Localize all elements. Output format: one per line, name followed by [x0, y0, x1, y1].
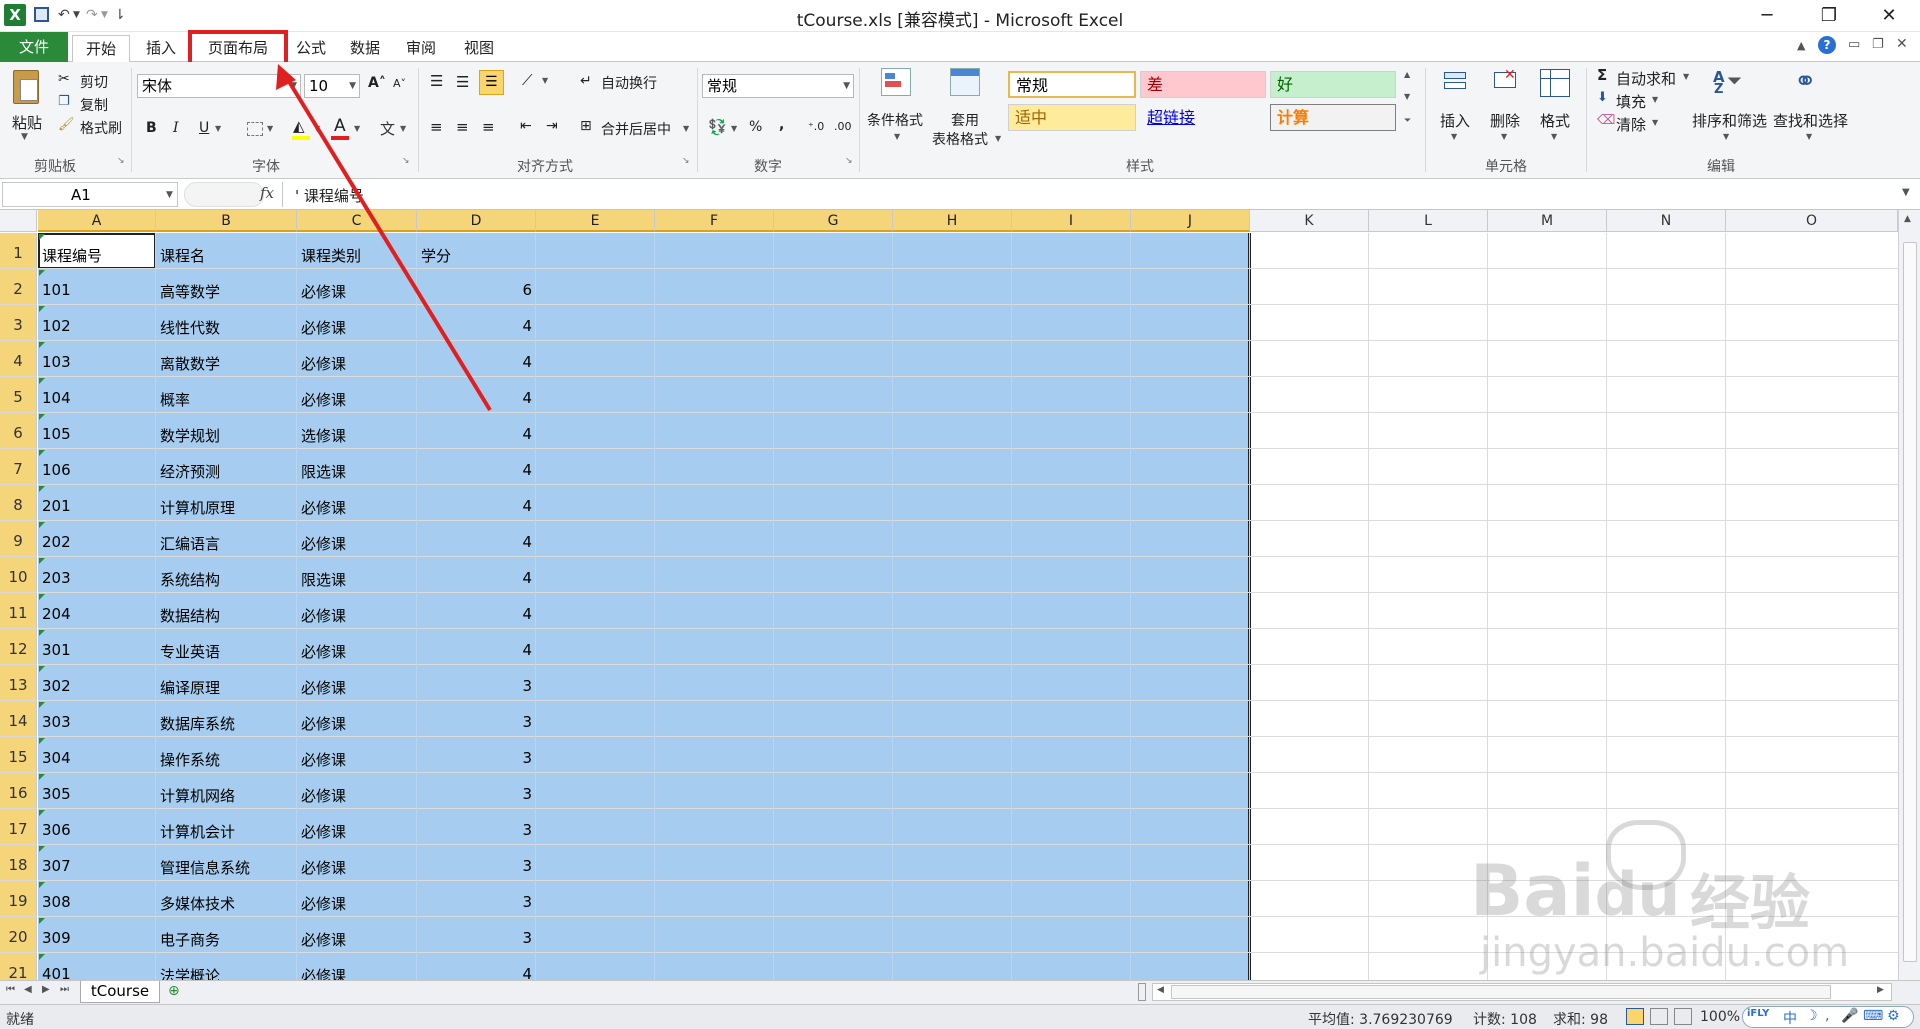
annotation-arrow	[276, 64, 492, 412]
arrow-shaft	[283, 73, 492, 412]
